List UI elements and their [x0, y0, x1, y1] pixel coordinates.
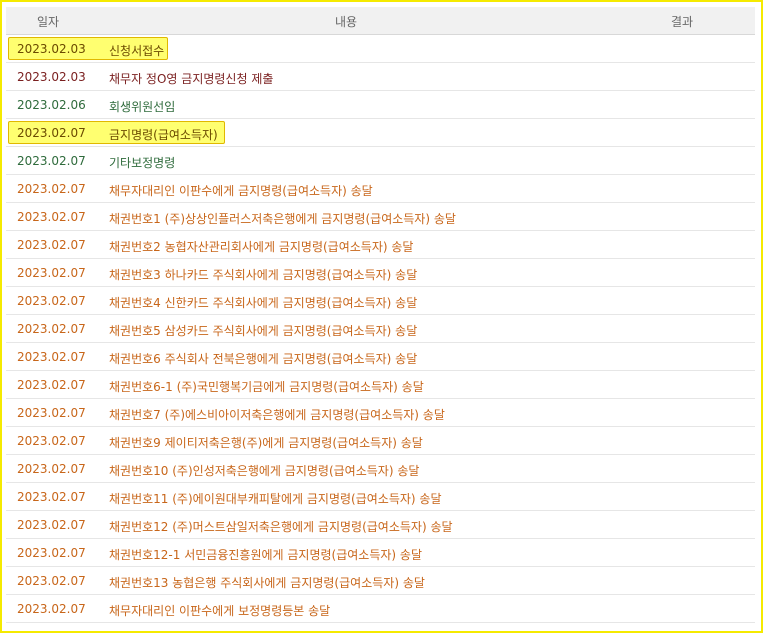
table-row: 2023.02.07 채권번호9 제이티저축은행(주)에게 금지명령(급여소득자)… — [6, 427, 755, 455]
row-date: 2023.02.07 — [17, 518, 86, 532]
row-date: 2023.02.07 — [17, 602, 86, 616]
table-row: 2023.02.07 채권번호12-1 서민금융진흥원에게 금지명령(급여소득자)… — [6, 539, 755, 567]
row-date: 2023.02.07 — [17, 322, 86, 336]
row-content: 채권번호6-1 (주)국민행복기금에게 금지명령(급여소득자) 송달 — [109, 380, 424, 394]
table-row: 2023.02.07 채권번호2 농협자산관리회사에게 금지명령(급여소득자) 송… — [6, 231, 755, 259]
row-date: 2023.02.07 — [17, 350, 86, 364]
case-history-table: 일자 내용 결과 2023.02.03 신청서접수 2023.02.03 채무자 정O… — [6, 7, 755, 623]
row-content: 채권번호2 농협자산관리회사에게 금지명령(급여소득자) 송달 — [109, 240, 414, 254]
table-row: 2023.02.07 채권번호3 하나카드 주식회사에게 금지명령(급여소득자) … — [6, 259, 755, 287]
row-content: 채권번호9 제이티저축은행(주)에게 금지명령(급여소득자) 송달 — [109, 436, 423, 450]
table-row: 2023.02.07 기타보정명령 — [6, 147, 755, 175]
table-row: 2023.02.07 채권번호1 (주)상상인플러스저축은행에게 금지명령(급여소… — [6, 203, 755, 231]
row-content: 채무자대리인 이판수에게 보정명령등본 송달 — [109, 604, 331, 618]
row-date: 2023.02.06 — [17, 98, 86, 112]
row-date: 2023.02.07 — [17, 434, 86, 448]
row-date: 2023.02.07 — [17, 238, 86, 252]
row-content: 기타보정명령 — [109, 156, 176, 170]
table-row: 2023.02.07 채무자대리인 이판수에게 보정명령등본 송달 — [6, 595, 755, 623]
table-row: 2023.02.07 채권번호12 (주)머스트삼일저축은행에게 금지명령(급여소… — [6, 511, 755, 539]
row-date: 2023.02.03 — [17, 70, 86, 84]
row-date: 2023.02.03 — [17, 42, 86, 56]
row-content: 채권번호4 신한카드 주식회사에게 금지명령(급여소득자) 송달 — [109, 296, 418, 310]
row-content: 채권번호12-1 서민금융진흥원에게 금지명령(급여소득자) 송달 — [109, 548, 423, 562]
table-row: 2023.02.07 채권번호4 신한카드 주식회사에게 금지명령(급여소득자) … — [6, 287, 755, 315]
row-content: 채무자대리인 이판수에게 금지명령(급여소득자) 송달 — [109, 184, 373, 198]
row-content: 채권번호7 (주)에스비아이저축은행에게 금지명령(급여소득자) 송달 — [109, 408, 445, 422]
row-date: 2023.02.07 — [17, 490, 86, 504]
highlight-frame: 일자 내용 결과 2023.02.03 신청서접수 2023.02.03 채무자 정O… — [0, 0, 763, 633]
row-date: 2023.02.07 — [17, 462, 86, 476]
row-date: 2023.02.07 — [17, 574, 86, 588]
row-content: 채권번호11 (주)에이원대부캐피탈에게 금지명령(급여소득자) 송달 — [109, 492, 442, 506]
row-date: 2023.02.07 — [17, 406, 86, 420]
row-content: 채권번호1 (주)상상인플러스저축은행에게 금지명령(급여소득자) 송달 — [109, 212, 456, 226]
table-row: 2023.02.07 채무자대리인 이판수에게 금지명령(급여소득자) 송달 — [6, 175, 755, 203]
row-content: 채무자 정O영 금지명령신청 제출 — [109, 72, 274, 86]
row-date: 2023.02.07 — [17, 546, 86, 560]
row-date: 2023.02.07 — [17, 294, 86, 308]
table-row: 2023.02.07 채권번호11 (주)에이원대부캐피탈에게 금지명령(급여소득… — [6, 483, 755, 511]
table-body: 2023.02.03 신청서접수 2023.02.03 채무자 정O영 금지명령신청 … — [6, 35, 755, 623]
row-date: 2023.02.07 — [17, 266, 86, 280]
table-row: 2023.02.07 금지명령(급여소득자) — [6, 119, 755, 147]
table-header: 일자 내용 결과 — [6, 7, 755, 35]
header-date: 일자 — [37, 15, 60, 29]
table-row: 2023.02.06 회생위원선임 — [6, 91, 755, 119]
row-content: 회생위원선임 — [109, 100, 176, 114]
table-row: 2023.02.03 채무자 정O영 금지명령신청 제출 — [6, 63, 755, 91]
row-date: 2023.02.07 — [17, 126, 86, 140]
table-row: 2023.02.07 채권번호6 주식회사 전북은행에게 금지명령(급여소득자) … — [6, 343, 755, 371]
table-row: 2023.02.07 채권번호10 (주)인성저축은행에게 금지명령(급여소득자)… — [6, 455, 755, 483]
table-row: 2023.02.07 채권번호5 삼성카드 주식회사에게 금지명령(급여소득자) … — [6, 315, 755, 343]
table-row: 2023.02.07 채권번호6-1 (주)국민행복기금에게 금지명령(급여소득자… — [6, 371, 755, 399]
row-content: 채권번호6 주식회사 전북은행에게 금지명령(급여소득자) 송달 — [109, 352, 418, 366]
table-row: 2023.02.07 채권번호13 농협은행 주식회사에게 금지명령(급여소득자)… — [6, 567, 755, 595]
header-content: 내용 — [335, 15, 358, 29]
row-date: 2023.02.07 — [17, 378, 86, 392]
row-date: 2023.02.07 — [17, 210, 86, 224]
row-content: 채권번호10 (주)인성저축은행에게 금지명령(급여소득자) 송달 — [109, 464, 420, 478]
row-date: 2023.02.07 — [17, 182, 86, 196]
table-row: 2023.02.03 신청서접수 — [6, 35, 755, 63]
row-content: 채권번호3 하나카드 주식회사에게 금지명령(급여소득자) 송달 — [109, 268, 418, 282]
row-content: 채권번호5 삼성카드 주식회사에게 금지명령(급여소득자) 송달 — [109, 324, 418, 338]
row-content: 채권번호13 농협은행 주식회사에게 금지명령(급여소득자) 송달 — [109, 576, 425, 590]
row-content: 신청서접수 — [109, 44, 165, 58]
row-date: 2023.02.07 — [17, 154, 86, 168]
row-content: 채권번호12 (주)머스트삼일저축은행에게 금지명령(급여소득자) 송달 — [109, 520, 453, 534]
table-row: 2023.02.07 채권번호7 (주)에스비아이저축은행에게 금지명령(급여소득… — [6, 399, 755, 427]
header-result: 결과 — [671, 15, 694, 29]
row-content: 금지명령(급여소득자) — [109, 128, 218, 142]
